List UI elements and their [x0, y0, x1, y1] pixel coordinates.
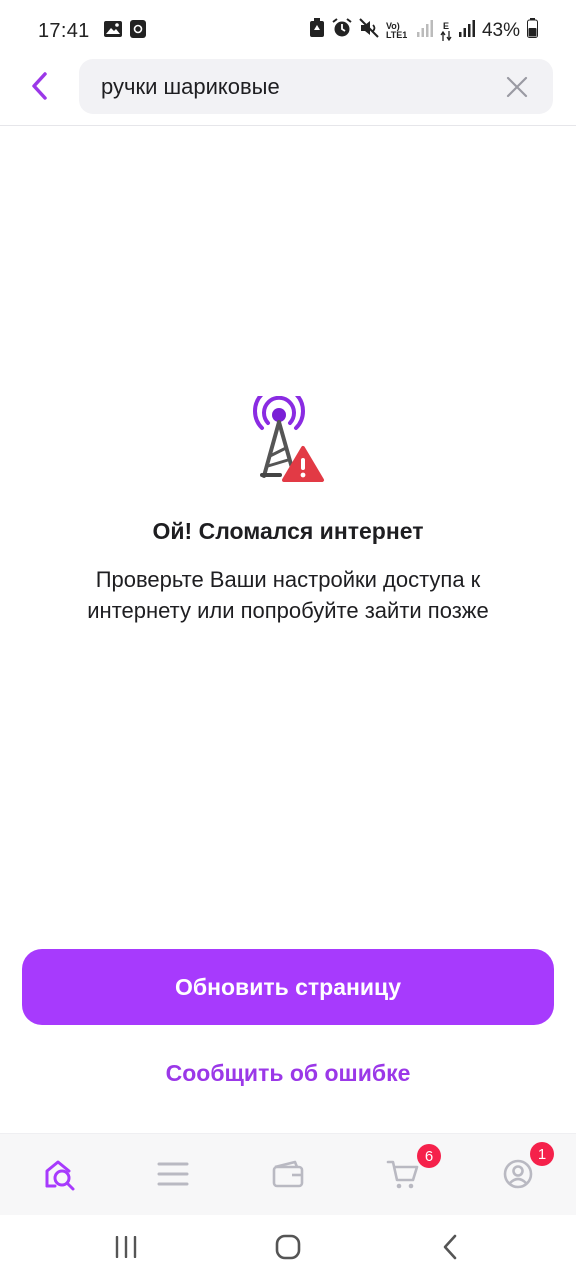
back-button[interactable]: [22, 68, 58, 104]
nav-wallet[interactable]: [266, 1152, 310, 1196]
data-arrows-icon: E: [440, 20, 452, 41]
home-icon: [275, 1234, 301, 1260]
data-type-label: E: [442, 20, 449, 31]
error-title: Ой! Сломался интернет: [152, 518, 424, 544]
system-navigation: [0, 1215, 576, 1280]
nav-profile[interactable]: 1: [496, 1142, 554, 1196]
wallet-icon: [272, 1160, 304, 1188]
search-field[interactable]: ручки шариковые: [79, 59, 553, 114]
status-time: 17:41: [38, 19, 90, 42]
alarm-icon: [332, 18, 352, 44]
home-button[interactable]: [268, 1229, 308, 1265]
recent-apps-icon: [115, 1236, 137, 1258]
nav-cart[interactable]: 6: [381, 1144, 441, 1196]
clear-search-button[interactable]: [503, 73, 531, 101]
profile-badge: 1: [530, 1142, 554, 1166]
volte-label: Vo) LTE1: [385, 21, 408, 40]
signal-icon: [458, 19, 475, 43]
search-header: ручки шариковые: [0, 56, 576, 126]
error-message: Проверьте Ваши настройки доступа к интер…: [87, 567, 489, 623]
report-error-link[interactable]: Сообщить об ошибке: [0, 1060, 576, 1087]
refresh-page-button[interactable]: Обновить страницу: [22, 949, 554, 1025]
home-search-icon: [45, 1160, 75, 1191]
system-back-button[interactable]: [430, 1229, 470, 1265]
battery-icon: [527, 18, 538, 44]
status-right: Vo) LTE1 E 43%: [309, 18, 538, 44]
screen-record-icon: [129, 19, 146, 43]
profile-icon: [503, 1159, 533, 1189]
gallery-icon: [103, 20, 122, 42]
back-icon: [443, 1234, 457, 1260]
chevron-left-icon: [32, 72, 47, 100]
cart-badge: 6: [417, 1144, 441, 1168]
status-left: 17:41: [38, 19, 146, 43]
catalog-menu-icon: [157, 1162, 189, 1186]
status-bar: 17:41 Vo) LTE1 E 43%: [0, 0, 576, 62]
nav-catalog[interactable]: [151, 1152, 195, 1196]
mute-icon: [359, 18, 379, 44]
battery-saver-icon: [309, 18, 325, 44]
nav-home[interactable]: [37, 1152, 81, 1196]
bottom-navigation: 6 1: [0, 1133, 576, 1215]
cart-icon: [386, 1160, 419, 1189]
no-signal-tower-icon: [248, 385, 326, 484]
signal-icon: [416, 19, 433, 43]
battery-percent: 43%: [481, 20, 520, 41]
recent-apps-button[interactable]: [106, 1229, 146, 1265]
close-icon: [506, 76, 528, 97]
search-input[interactable]: ручки шариковые: [101, 74, 503, 100]
